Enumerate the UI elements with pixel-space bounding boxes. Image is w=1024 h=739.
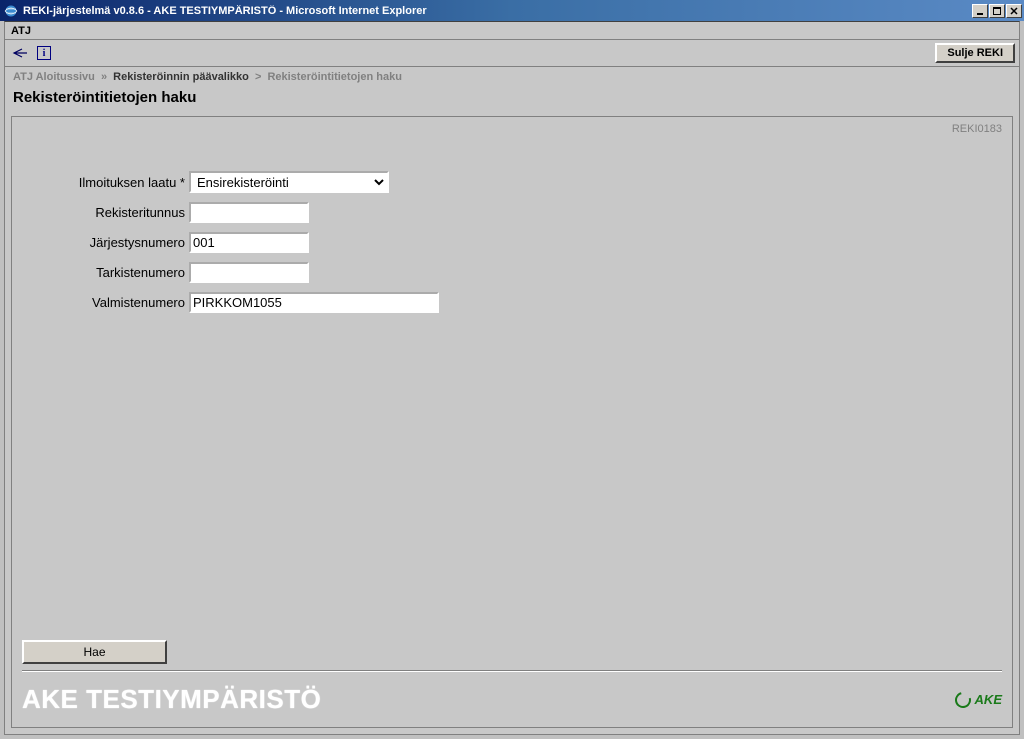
- window-buttons: [972, 4, 1022, 18]
- breadcrumb-seg-1[interactable]: ATJ Aloitussivu: [13, 71, 95, 83]
- window-title: REKI-järjestelmä v0.8.6 - AKE TESTIYMPÄR…: [23, 5, 972, 17]
- breadcrumb: ATJ Aloitussivu » Rekisteröinnin päävali…: [5, 67, 1019, 87]
- ake-logo: AKE: [955, 692, 1002, 708]
- footer: AKE TESTIYMPÄRISTÖ AKE: [22, 678, 1002, 721]
- ake-logo-text: AKE: [975, 692, 1002, 707]
- breadcrumb-sep: >: [252, 71, 264, 83]
- page-code: REKI0183: [952, 123, 1002, 135]
- label-jarjestysnumero: Järjestysnumero: [57, 235, 189, 250]
- close-button[interactable]: [1006, 4, 1022, 18]
- maximize-button[interactable]: [989, 4, 1005, 18]
- ake-swirl-icon: [952, 689, 974, 711]
- close-reki-button[interactable]: Sulje REKI: [935, 43, 1015, 63]
- input-tarkistenumero: [189, 262, 309, 283]
- back-icon[interactable]: [9, 43, 31, 63]
- breadcrumb-sep: »: [98, 71, 110, 83]
- toolbar: i Sulje REKI: [5, 40, 1019, 67]
- input-jarjestysnumero[interactable]: [189, 232, 309, 253]
- window-titlebar: REKI-järjestelmä v0.8.6 - AKE TESTIYMPÄR…: [0, 0, 1024, 21]
- footer-brand: AKE TESTIYMPÄRISTÖ: [22, 684, 321, 715]
- search-form: Ilmoituksen laatu * Ensirekisteröinti Re…: [22, 125, 1002, 320]
- client-area: ATJ i Sulje REKI ATJ Aloitussivu » Rekis…: [4, 21, 1020, 735]
- divider: [22, 670, 1002, 672]
- select-ilmoituksen-laatu[interactable]: Ensirekisteröinti: [189, 171, 389, 193]
- label-rekisteritunnus: Rekisteritunnus: [57, 205, 189, 220]
- main-panel: REKI0183 Ilmoituksen laatu * Ensirekiste…: [11, 116, 1013, 728]
- ie-icon: [3, 3, 19, 19]
- page-title: Rekisteröintitietojen haku: [5, 87, 1019, 116]
- label-ilmoituksen-laatu: Ilmoituksen laatu *: [57, 175, 189, 190]
- menubar: ATJ: [5, 22, 1019, 40]
- input-rekisteritunnus[interactable]: [189, 202, 309, 223]
- menu-atj[interactable]: ATJ: [11, 25, 31, 37]
- label-valmistenumero: Valmistenumero: [57, 295, 189, 310]
- breadcrumb-seg-2[interactable]: Rekisteröinnin päävalikko: [113, 71, 249, 83]
- label-tarkistenumero: Tarkistenumero: [57, 265, 189, 280]
- info-icon[interactable]: i: [33, 43, 55, 63]
- minimize-button[interactable]: [972, 4, 988, 18]
- input-valmistenumero[interactable]: [189, 292, 439, 313]
- breadcrumb-seg-3: Rekisteröintitietojen haku: [267, 71, 401, 83]
- hae-button[interactable]: Hae: [22, 640, 167, 664]
